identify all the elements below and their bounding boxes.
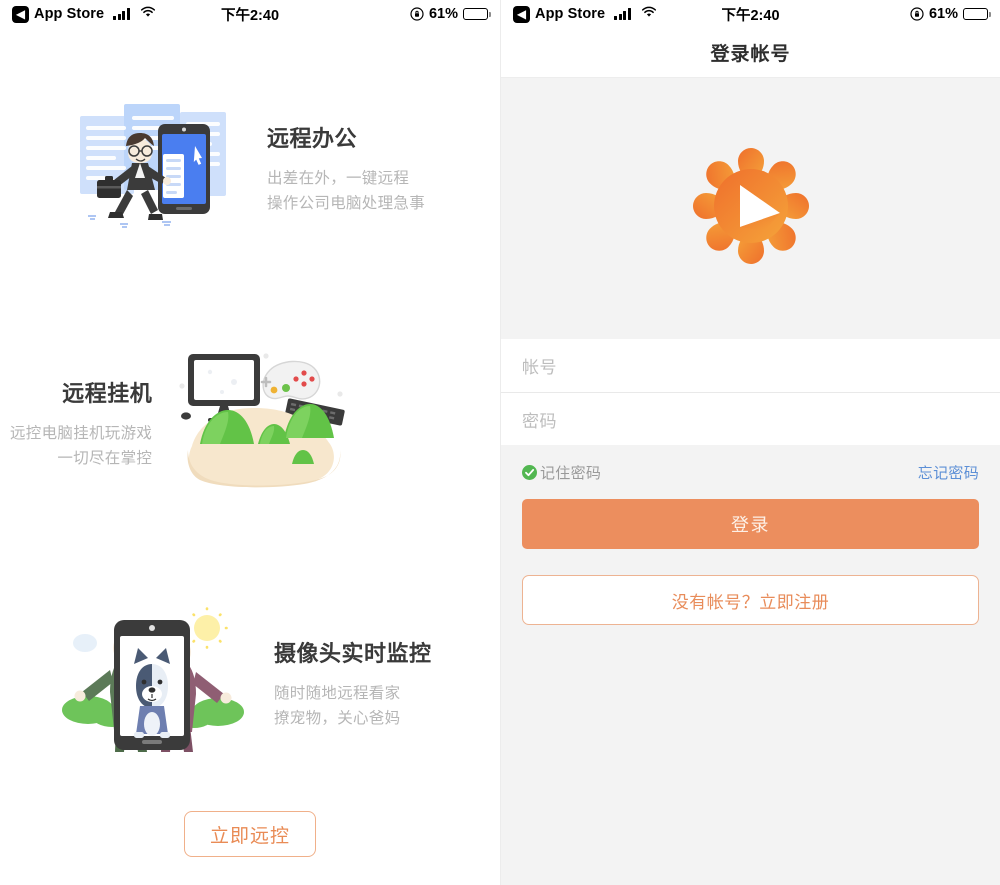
rotation-lock-icon	[410, 7, 424, 21]
navigation-bar: 登录帐号	[501, 28, 1000, 78]
account-field[interactable]: 帐号	[501, 339, 1000, 392]
feature-remote-office: 远程办公 出差在外，一键远程 操作公司电脑处理急事	[62, 96, 425, 241]
battery-icon	[963, 7, 991, 21]
remember-password-checkbox[interactable]: 记住密码	[522, 462, 601, 483]
feature-subtitle-line-1: 出差在外，一键远程	[267, 170, 410, 187]
feature-camera-monitoring-text: 摄像头实时监控 随时随地远程看家 撩宠物，关心爸妈	[274, 636, 432, 731]
cellular-signal-icon	[614, 8, 631, 20]
feature-subtitle-line-2: 撩宠物，关心爸妈	[274, 710, 401, 727]
cellular-signal-icon	[113, 8, 130, 20]
returning-app-label: App Store	[535, 6, 606, 22]
sunflower-play-logo	[688, 143, 814, 274]
back-arrow-icon[interactable]: ◀	[513, 5, 530, 23]
feature-remote-office-text: 远程办公 出差在外，一键远程 操作公司电脑处理急事	[267, 121, 425, 216]
start-remote-control-button[interactable]: 立即远控	[184, 811, 316, 857]
left-screen-onboarding: ◀ App Store 下午2:40 61% 远程办公 出差在外，一键远程 操作…	[0, 0, 500, 885]
battery-percent-label: 61%	[928, 6, 958, 22]
cta-container: 立即远控	[0, 811, 500, 857]
password-field[interactable]: 密码	[501, 392, 1000, 445]
businessman-running-with-phone-illustration	[62, 96, 237, 241]
feature-subtitle-line-2: 操作公司电脑处理急事	[267, 195, 426, 212]
check-circle-icon[interactable]	[522, 464, 537, 480]
feature-title: 远程挂机	[62, 381, 153, 406]
feature-remote-gaming-text: 远程挂机 远控电脑挂机玩游戏 一切尽在掌控	[10, 376, 152, 471]
wifi-icon	[140, 6, 156, 22]
right-screen-login: ◀ App Store 下午2:40 61% 登录帐号 帐号 密码 记住密码 忘…	[500, 0, 1000, 885]
feature-list: 远程办公 出差在外，一键远程 操作公司电脑处理急事 远程挂机 远控电脑挂机玩游戏…	[0, 28, 500, 885]
feature-remote-gaming: 远程挂机 远控电脑挂机玩游戏 一切尽在掌控	[10, 346, 354, 501]
hand-holding-hills-with-gaming-devices-illustration	[174, 346, 354, 501]
elderly-couple-with-dog-behind-phone-illustration	[52, 606, 252, 761]
feature-camera-monitoring: 摄像头实时监控 随时随地远程看家 撩宠物，关心爸妈	[52, 606, 432, 761]
status-bar-right-group: 61%	[410, 6, 491, 22]
login-buttons-area: 登录 没有帐号？立即注册	[501, 499, 1000, 625]
page-title: 登录帐号	[710, 44, 791, 65]
dual-screenshot-composite: ◀ App Store 下午2:40 61% 远程办公 出差在外，一键远程 操作…	[0, 0, 1000, 885]
rotation-lock-icon	[910, 7, 924, 21]
status-bar-right: ◀ App Store 下午2:40 61%	[501, 0, 1000, 28]
feature-title: 远程办公	[267, 126, 358, 151]
status-bar-left-group: ◀ App Store	[12, 5, 156, 23]
feature-subtitle-line-2: 一切尽在掌控	[57, 450, 153, 467]
forgot-password-link[interactable]: 忘记密码	[918, 462, 979, 483]
status-bar-left-group: ◀ App Store	[513, 5, 657, 23]
login-button[interactable]: 登录	[522, 499, 979, 549]
feature-title: 摄像头实时监控	[274, 641, 432, 666]
battery-icon	[463, 7, 491, 21]
login-form: 帐号 密码	[501, 339, 1000, 445]
back-arrow-icon[interactable]: ◀	[12, 5, 29, 23]
account-input-placeholder[interactable]: 帐号	[522, 353, 557, 378]
feature-subtitle-line-1: 随时随地远程看家	[274, 685, 401, 702]
wifi-icon	[641, 6, 657, 22]
register-button[interactable]: 没有帐号？立即注册	[522, 575, 979, 625]
logo-area	[501, 78, 1000, 339]
battery-percent-label: 61%	[428, 6, 458, 22]
status-bar-left: ◀ App Store 下午2:40 61%	[0, 0, 500, 28]
remember-password-label[interactable]: 记住密码	[540, 462, 601, 483]
password-input-placeholder[interactable]: 密码	[522, 407, 557, 432]
returning-app-label: App Store	[34, 6, 105, 22]
feature-subtitle-line-1: 远控电脑挂机玩游戏	[10, 425, 153, 442]
login-options-row: 记住密码 忘记密码	[501, 445, 1000, 499]
status-bar-right-group: 61%	[910, 6, 991, 22]
